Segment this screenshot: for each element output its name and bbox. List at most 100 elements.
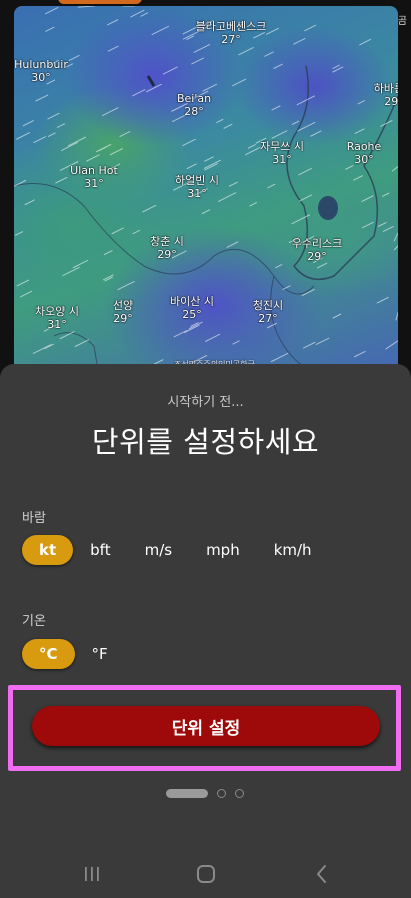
temperature-section-label: 기온 <box>22 614 46 629</box>
wind-streak <box>32 344 52 354</box>
wind-streak <box>270 352 289 363</box>
wind-streak <box>86 154 100 162</box>
wind-streak <box>132 89 146 97</box>
city-temperature: 29° <box>113 312 133 325</box>
wind-streak <box>188 321 203 330</box>
city-temperature: 29° <box>384 95 398 108</box>
city-name: 자무쓰 시 <box>260 140 304 153</box>
wind-streak <box>381 192 390 197</box>
wind-streak <box>247 144 256 149</box>
wind-streak <box>151 25 170 36</box>
map-city-label: Raohe 30° <box>347 140 382 166</box>
city-temperature: 25° <box>182 308 202 321</box>
wind-streak <box>19 290 33 298</box>
wind-streak <box>203 159 221 169</box>
wind-streak <box>245 146 262 156</box>
wind-streak <box>182 138 196 147</box>
wind-streak <box>377 222 387 227</box>
wind-streak <box>291 120 300 125</box>
wind-streak <box>107 19 119 26</box>
wind-streak <box>354 350 366 358</box>
top-status-pill <box>58 0 142 4</box>
temperature-unit-option[interactable]: °F <box>75 639 125 669</box>
wind-unit-option[interactable]: kt <box>22 535 74 565</box>
wind-streak <box>202 83 218 92</box>
wind-streak <box>376 296 389 304</box>
wind-streak <box>47 132 56 137</box>
city-name: 청진시 <box>252 299 284 312</box>
wind-streak <box>391 165 398 172</box>
wind-streak <box>24 199 35 206</box>
wind-streak <box>218 192 237 202</box>
temperature-unit-selector: °C °F <box>22 639 125 669</box>
wind-section-label: 바람 <box>22 511 46 526</box>
wind-streak <box>332 64 340 69</box>
wind-streak <box>16 132 31 140</box>
weather-map[interactable]: 블라고베셴스크27°Hulunbuir30°Bei'an28°하바롭스29°자무… <box>14 6 398 376</box>
map-city-label: 블라고베셴스크 27° <box>196 20 267 46</box>
wind-streak <box>204 156 214 162</box>
city-name: 창춘 시 <box>150 235 184 248</box>
wind-streak <box>302 341 316 349</box>
wind-streak <box>395 311 398 321</box>
page-title: 단위를 설정하세요 <box>91 425 320 459</box>
wind-unit-option[interactable]: m/s <box>128 535 189 565</box>
city-name: Ulan Hot <box>70 164 118 177</box>
wind-streak <box>353 175 363 181</box>
city-temperature: 30° <box>31 71 51 84</box>
wind-streak <box>228 181 238 187</box>
city-name: 하바롭스 <box>373 82 398 95</box>
city-temperature: 31° <box>272 153 292 166</box>
wind-streak <box>382 225 394 232</box>
city-name: Bei'an <box>176 92 212 105</box>
wind-streak <box>393 245 398 251</box>
map-city-label: 선양 29° <box>113 299 133 325</box>
wind-streak <box>226 241 239 248</box>
wind-streak <box>132 229 141 235</box>
city-name: 하얼빈 시 <box>175 174 219 187</box>
home-icon[interactable] <box>194 862 218 886</box>
wind-unit-option[interactable]: mph <box>189 535 257 565</box>
wind-streak <box>361 195 374 202</box>
city-name: 블라고베셴스크 <box>195 20 267 33</box>
wind-streak <box>186 163 197 170</box>
wind-streak <box>345 165 354 170</box>
wind-streak <box>310 130 322 137</box>
page-dot <box>235 789 244 798</box>
wind-streak <box>47 112 60 120</box>
wind-streak <box>298 167 312 176</box>
set-units-button[interactable]: 단위 설정 <box>32 706 380 746</box>
map-city-label: 자무쓰 시 31° <box>260 140 304 166</box>
wind-streak <box>271 130 288 139</box>
wind-unit-option[interactable]: bft <box>73 535 127 565</box>
wind-streak <box>44 343 54 350</box>
wind-streak <box>117 281 135 291</box>
wind-streak <box>393 232 398 242</box>
recent-apps-icon[interactable] <box>80 862 104 886</box>
wind-streak <box>162 66 178 75</box>
wind-streak <box>293 37 306 45</box>
wind-streak <box>109 148 123 156</box>
city-name: Raohe <box>346 140 382 153</box>
wind-streak <box>99 146 107 151</box>
wind-streak <box>173 329 188 338</box>
wind-streak <box>14 180 27 187</box>
wind-streak <box>201 209 211 214</box>
map-city-label: 청진시 27° <box>253 299 283 325</box>
temperature-unit-option[interactable]: °C <box>22 639 75 669</box>
city-temperature: 27° <box>221 33 241 46</box>
city-temperature: 31° <box>187 187 207 200</box>
wind-streak <box>119 131 131 137</box>
wind-streak <box>55 176 68 184</box>
wind-streak <box>271 105 281 111</box>
page-dot-active <box>166 789 208 798</box>
map-edge-label: 곰 <box>397 16 407 27</box>
back-icon[interactable] <box>310 862 334 886</box>
map-city-label: 바이산 시 25° <box>170 295 214 321</box>
wind-streak <box>191 57 204 65</box>
wind-streak <box>33 136 46 144</box>
wind-streak <box>72 259 89 269</box>
wind-unit-option[interactable]: km/h <box>257 535 329 565</box>
wind-streak <box>357 100 365 105</box>
wind-streak <box>77 6 95 8</box>
